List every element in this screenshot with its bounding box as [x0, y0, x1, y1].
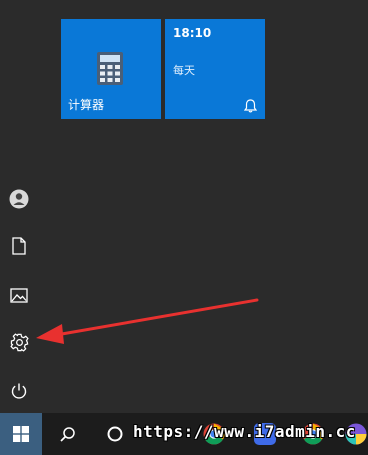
search-icon: [59, 426, 75, 442]
taskbar-app-2[interactable]: [344, 413, 368, 455]
app-icon: [345, 423, 367, 445]
chrome-icon: [203, 423, 225, 445]
taskbar-search-button[interactable]: [48, 413, 86, 455]
annotation-arrow: [36, 298, 259, 344]
taskbar: [0, 413, 368, 455]
windows-start-icon: [13, 426, 29, 442]
task-view-icon: [107, 426, 123, 442]
cortana-button[interactable]: [96, 413, 134, 455]
app-icon: [254, 423, 276, 445]
taskbar-app-1[interactable]: [250, 413, 280, 455]
chrome-icon: [302, 423, 324, 445]
taskbar-chrome-1[interactable]: [198, 413, 230, 455]
start-button[interactable]: [0, 413, 42, 455]
taskbar-chrome-2[interactable]: [297, 413, 329, 455]
